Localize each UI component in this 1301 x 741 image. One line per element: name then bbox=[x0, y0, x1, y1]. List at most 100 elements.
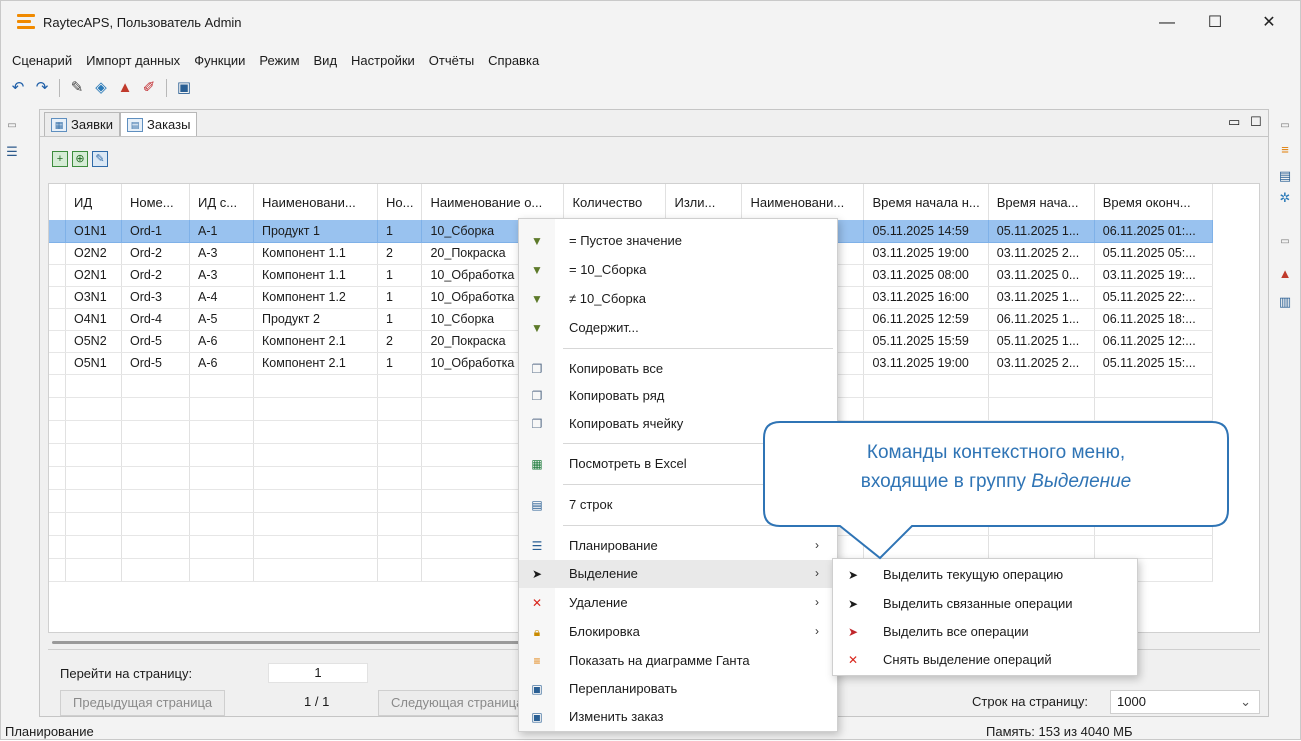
table-cell[interactable]: O4N1 bbox=[65, 308, 122, 331]
table-cell[interactable]: 05.11.2025 1... bbox=[988, 220, 1095, 243]
table-cell[interactable]: Ord-5 bbox=[121, 330, 190, 353]
planning-list-icon[interactable]: ☰ bbox=[3, 143, 21, 161]
table-cell[interactable]: 03.11.2025 08:00 bbox=[863, 264, 989, 287]
table-cell[interactable]: 03.11.2025 0... bbox=[988, 264, 1095, 287]
table-cell[interactable]: A-3 bbox=[189, 264, 254, 287]
table-cell[interactable]: A-4 bbox=[189, 286, 254, 309]
ctx-item-equals[interactable]: ▼ = 10_Сборка bbox=[519, 256, 837, 284]
menu-functions[interactable]: Функции bbox=[187, 51, 252, 71]
table-cell[interactable]: 05.11.2025 1... bbox=[988, 330, 1095, 353]
table-cell[interactable]: 03.11.2025 2... bbox=[988, 242, 1095, 265]
table-cell[interactable]: 05.11.2025 05:... bbox=[1094, 242, 1213, 265]
column-header[interactable]: Наименовани... bbox=[741, 184, 865, 220]
add-row-icon[interactable]: + bbox=[52, 151, 68, 167]
table-cell[interactable]: A-3 bbox=[189, 242, 254, 265]
undo-icon[interactable]: ↶ bbox=[9, 79, 27, 97]
column-header[interactable]: ИД bbox=[65, 184, 122, 220]
menu-help[interactable]: Справка bbox=[481, 51, 546, 71]
dock-restore-icon[interactable]: ▭ bbox=[1276, 117, 1294, 135]
table-cell[interactable]: Продукт 2 bbox=[253, 308, 378, 331]
column-header[interactable]: Номе... bbox=[121, 184, 190, 220]
add-copy-icon[interactable]: ⊕ bbox=[72, 151, 88, 167]
table-cell[interactable]: A-5 bbox=[189, 308, 254, 331]
menu-reports[interactable]: Отчёты bbox=[422, 51, 481, 71]
panel-maximize-icon[interactable]: ☐ bbox=[1250, 114, 1262, 130]
menu-settings[interactable]: Настройки bbox=[344, 51, 422, 71]
dock-restore-icon[interactable]: ▭ bbox=[1276, 233, 1294, 251]
maximize-button[interactable]: ☐ bbox=[1197, 11, 1233, 35]
column-header[interactable]: Время оконч... bbox=[1094, 184, 1213, 220]
table-cell[interactable]: 06.11.2025 01:... bbox=[1094, 220, 1213, 243]
pin-icon[interactable]: ✐ bbox=[140, 79, 158, 97]
table-cell[interactable]: Ord-2 bbox=[121, 242, 190, 265]
column-header[interactable]: Количество bbox=[563, 184, 667, 220]
column-header[interactable]: Изли... bbox=[665, 184, 743, 220]
chart-icon[interactable]: ▲ bbox=[116, 79, 134, 97]
table-cell[interactable]: 2 bbox=[377, 242, 423, 265]
table-cell[interactable]: Компонент 1.2 bbox=[253, 286, 378, 309]
chart-icon[interactable]: ▲ bbox=[1276, 265, 1294, 283]
ctx-item-empty-value[interactable]: ▼ = Пустое значение bbox=[519, 227, 837, 255]
ctx-item-not-equals[interactable]: ▼ ≠ 10_Сборка bbox=[519, 285, 837, 313]
table-cell[interactable]: Ord-2 bbox=[121, 264, 190, 287]
scrollbar-thumb[interactable] bbox=[52, 641, 532, 644]
ctx-item-lock[interactable]: 🔒︎ Блокировка › bbox=[519, 618, 837, 646]
ctx-item-delete[interactable]: ✕ Удаление › bbox=[519, 589, 837, 617]
table-cell[interactable]: O2N2 bbox=[65, 242, 122, 265]
table-cell[interactable]: 03.11.2025 2... bbox=[988, 352, 1095, 375]
dock-restore-icon[interactable]: ▭ bbox=[3, 117, 21, 135]
submenu-clear-selection[interactable]: ✕ Снять выделение операций bbox=[833, 646, 1137, 674]
ctx-item-selection[interactable]: ➤ Выделение › bbox=[519, 560, 837, 588]
document-edit-icon[interactable]: ▣ bbox=[175, 79, 193, 97]
table-cell[interactable]: 03.11.2025 19:00 bbox=[863, 352, 989, 375]
table-cell[interactable]: Компонент 1.1 bbox=[253, 264, 378, 287]
table-cell[interactable]: 03.11.2025 19:... bbox=[1094, 264, 1213, 287]
table-cell[interactable]: 06.11.2025 12:59 bbox=[863, 308, 989, 331]
table-cell[interactable]: O3N1 bbox=[65, 286, 122, 309]
panel-minimize-icon[interactable]: ▭ bbox=[1228, 114, 1240, 130]
rows-per-page-select[interactable]: 1000 ⌄ bbox=[1110, 690, 1260, 714]
table-cell[interactable]: 05.11.2025 22:... bbox=[1094, 286, 1213, 309]
table-cell[interactable]: 1 bbox=[377, 308, 423, 331]
menu-mode[interactable]: Режим bbox=[252, 51, 306, 71]
table-cell[interactable]: Ord-4 bbox=[121, 308, 190, 331]
table-cell[interactable]: 03.11.2025 19:00 bbox=[863, 242, 989, 265]
ctx-item-replan[interactable]: ▣ Перепланировать bbox=[519, 675, 837, 703]
menu-import[interactable]: Импорт данных bbox=[79, 51, 187, 71]
ctx-item-edit-order[interactable]: ▣ Изменить заказ bbox=[519, 703, 837, 731]
bar-chart-icon[interactable]: ▥ bbox=[1276, 293, 1294, 311]
submenu-select-linked[interactable]: ➤ Выделить связанные операции bbox=[833, 590, 1137, 618]
table-cell[interactable]: O1N1 bbox=[65, 220, 122, 243]
table-cell[interactable]: 1 bbox=[377, 286, 423, 309]
prev-page-button[interactable]: Предыдущая страница bbox=[60, 690, 226, 716]
table-cell[interactable]: 06.11.2025 18:... bbox=[1094, 308, 1213, 331]
report-icon[interactable]: ▤ bbox=[1276, 167, 1294, 185]
table-cell[interactable]: 06.11.2025 12:... bbox=[1094, 330, 1213, 353]
column-header[interactable]: Наименование о... bbox=[421, 184, 565, 220]
settings-gear-icon[interactable]: ✲ bbox=[1276, 189, 1294, 207]
table-cell[interactable]: Компонент 2.1 bbox=[253, 330, 378, 353]
table-cell[interactable]: 1 bbox=[377, 352, 423, 375]
ctx-item-show-gantt[interactable]: ≡ Показать на диаграмме Ганта bbox=[519, 647, 837, 675]
table-cell[interactable]: 1 bbox=[377, 264, 423, 287]
table-cell[interactable]: Компонент 1.1 bbox=[253, 242, 378, 265]
menu-scenario[interactable]: Сценарий bbox=[5, 51, 79, 71]
tab-requests[interactable]: ▦ Заявки bbox=[44, 112, 120, 136]
ctx-item-contains[interactable]: ▼ Содержит... bbox=[519, 314, 837, 342]
table-cell[interactable]: Ord-1 bbox=[121, 220, 190, 243]
table-cell[interactable]: Ord-5 bbox=[121, 352, 190, 375]
ctx-item-copy-row[interactable]: ❐ Копировать ряд bbox=[519, 382, 837, 410]
table-cell[interactable]: O2N1 bbox=[65, 264, 122, 287]
close-button[interactable]: ✕ bbox=[1251, 11, 1287, 35]
table-cell[interactable]: 06.11.2025 1... bbox=[988, 308, 1095, 331]
column-header[interactable]: Время нача... bbox=[988, 184, 1095, 220]
column-header[interactable]: Но... bbox=[377, 184, 423, 220]
table-cell[interactable]: A-6 bbox=[189, 352, 254, 375]
table-cell[interactable]: Ord-3 bbox=[121, 286, 190, 309]
redo-icon[interactable]: ↷ bbox=[33, 79, 51, 97]
table-cell[interactable]: 05.11.2025 15:... bbox=[1094, 352, 1213, 375]
ctx-item-copy-all[interactable]: ❐ Копировать все bbox=[519, 355, 837, 383]
submenu-select-current[interactable]: ➤ Выделить текущую операцию bbox=[833, 561, 1137, 589]
menu-view[interactable]: Вид bbox=[307, 51, 345, 71]
submenu-select-all[interactable]: ➤ Выделить все операции bbox=[833, 618, 1137, 646]
